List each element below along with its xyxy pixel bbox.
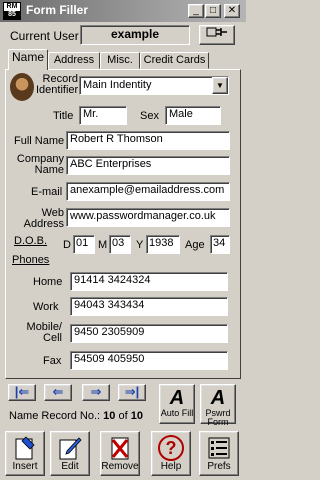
auto-fill-icon: A <box>169 387 185 409</box>
dob-month-input[interactable]: 03 <box>109 235 131 254</box>
tab-name[interactable]: Name <box>8 49 48 70</box>
tab-credit-cards[interactable]: Credit Cards <box>140 52 209 69</box>
password-form-label: Pswrd Form <box>205 408 231 427</box>
prefs-label: Prefs <box>207 461 231 472</box>
web-address-input[interactable]: www.passwordmanager.co.uk <box>66 208 230 227</box>
person-icon <box>10 73 34 101</box>
arrow-last-icon: ⇒| <box>124 384 140 399</box>
company-name-input[interactable]: ABC Enterprises <box>66 156 230 175</box>
last-record-button[interactable]: ⇒| <box>118 384 146 401</box>
record-total: 10 <box>130 410 143 422</box>
arrow-right-icon: ⇒ <box>90 384 102 399</box>
home-phone-input[interactable]: 91414 3424324 <box>70 272 228 291</box>
remove-icon <box>111 437 129 460</box>
remove-label: Remove <box>101 461 139 472</box>
dob-day-input[interactable]: 01 <box>73 235 95 254</box>
current-user-field: example <box>80 25 190 45</box>
age-input[interactable]: 34 <box>210 235 230 254</box>
tab-misc[interactable]: Misc. <box>100 52 140 69</box>
insert-icon <box>15 436 35 460</box>
full-name-input[interactable]: Robert R Thomson <box>66 131 230 150</box>
next-record-button[interactable]: ⇒ <box>82 384 110 401</box>
arrow-left-icon: ⇐ <box>52 384 64 399</box>
help-button[interactable]: ? Help <box>151 431 191 476</box>
record-counter: Name Record No.: 10 of 10 <box>9 410 143 422</box>
prefs-icon <box>208 437 230 459</box>
email-input[interactable]: anexample@emailaddress.com <box>66 182 230 201</box>
age-label: Age <box>185 239 205 251</box>
home-phone-label: Home <box>33 276 63 288</box>
dob-label: D.O.B. <box>14 235 48 247</box>
mobile-phone-input[interactable]: 9450 2305909 <box>70 324 228 343</box>
record-identifier-label: Record Identifier <box>36 73 79 96</box>
sex-label: Sex <box>140 110 159 122</box>
remove-button[interactable]: Remove <box>100 431 140 476</box>
record-identifier-value: Main Indentity <box>83 79 152 91</box>
edit-button[interactable]: Edit <box>50 431 90 476</box>
email-label: E-mail <box>31 186 63 198</box>
password-form-icon: A <box>210 387 226 409</box>
record-of: of <box>118 410 128 422</box>
dob-year-input[interactable]: 1938 <box>146 235 180 254</box>
fax-label: Fax <box>43 355 62 367</box>
work-phone-input[interactable]: 94043 343434 <box>70 297 228 316</box>
arrow-first-icon: |⇐ <box>14 384 30 399</box>
company-name-label: Company Name <box>16 153 64 176</box>
record-counter-label: Name Record No.: <box>9 410 101 422</box>
prefs-button[interactable]: Prefs <box>199 431 239 476</box>
fax-input[interactable]: 54509 405950 <box>70 351 228 370</box>
minimize-button[interactable]: _ <box>188 4 204 18</box>
window-title: Form Filler <box>26 3 89 17</box>
dob-month-label: M <box>98 239 108 251</box>
app-logo-icon[interactable]: RM 85 <box>3 2 21 20</box>
sex-input[interactable]: Male <box>165 106 221 125</box>
tab-address[interactable]: Address <box>48 52 100 69</box>
dob-year-label: Y <box>136 239 144 251</box>
edit-label: Edit <box>61 461 79 472</box>
title-input[interactable]: Mr. <box>79 106 127 125</box>
dob-day-label: D <box>63 239 71 251</box>
logout-button[interactable] <box>199 25 235 45</box>
record-identifier-select[interactable]: Main Indentity ▼ <box>79 76 229 95</box>
current-user-label: Current User <box>10 29 79 43</box>
help-label: Help <box>160 461 182 472</box>
phones-header: Phones <box>12 254 50 266</box>
auto-fill-button[interactable]: A Auto Fill <box>159 384 195 424</box>
password-form-button[interactable]: A Pswrd Form <box>200 384 236 427</box>
full-name-label: Full Name <box>14 135 65 147</box>
edit-pencil-icon <box>59 437 82 460</box>
title-bar: RM 85 Form Filler _ □ ✕ <box>0 0 246 22</box>
close-button[interactable]: ✕ <box>224 4 240 18</box>
web-address-label: Web Address <box>23 207 64 230</box>
title-label: Title <box>53 110 74 122</box>
insert-label: Insert <box>12 461 38 472</box>
record-current: 10 <box>103 410 116 422</box>
insert-button[interactable]: Insert <box>5 431 45 476</box>
plug-icon <box>206 27 227 37</box>
first-record-button[interactable]: |⇐ <box>8 384 36 401</box>
chevron-down-icon[interactable]: ▼ <box>212 77 228 94</box>
mobile-phone-label: Mobile/ Cell <box>26 321 62 344</box>
work-phone-label: Work <box>33 301 59 313</box>
help-icon: ? <box>158 435 184 461</box>
previous-record-button[interactable]: ⇐ <box>44 384 72 401</box>
maximize-button[interactable]: □ <box>205 4 221 18</box>
auto-fill-label: Auto Fill <box>160 408 194 418</box>
